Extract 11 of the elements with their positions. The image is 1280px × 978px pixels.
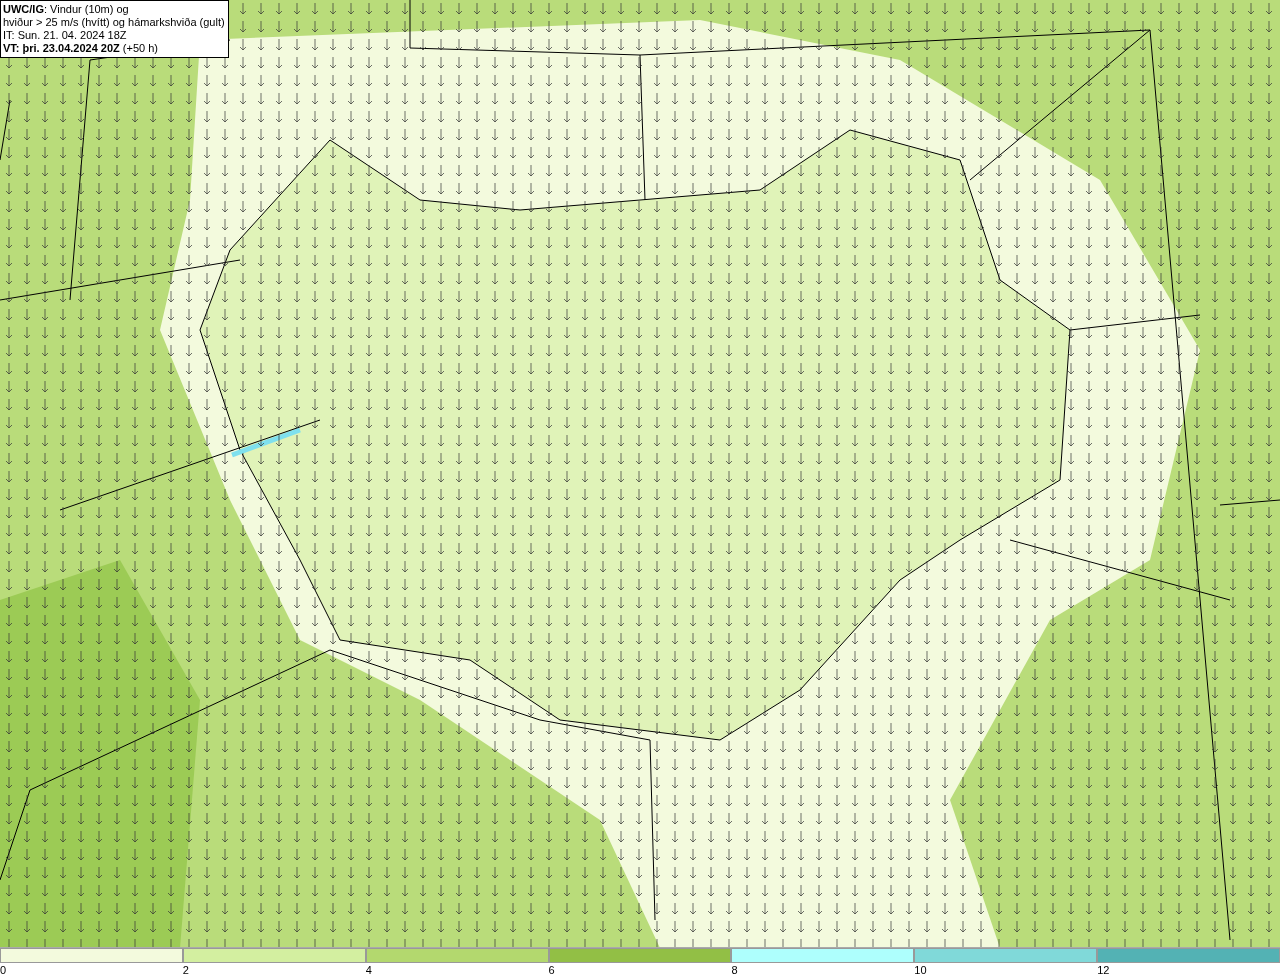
scale-label: 12 xyxy=(1097,963,1110,978)
scale-label: 2 xyxy=(182,963,189,978)
scale-label: 8 xyxy=(731,963,738,978)
info-text: hviður > 25 m/s (hvítt) og hámarkshviða (gult) xyxy=(3,16,225,29)
scale-label: 10 xyxy=(914,963,927,978)
scale-label: 0 xyxy=(0,963,7,978)
info-text: VT: þri. 23.04.2024 20Z (+50 h) xyxy=(3,42,159,55)
info-text: IT: Sun. 21. 04. 2024 18Z xyxy=(3,29,128,42)
scale-label: 6 xyxy=(548,963,555,978)
scale-label: 4 xyxy=(365,963,372,978)
info-text: UWC/IG: Vindur (10m) og xyxy=(3,3,130,16)
